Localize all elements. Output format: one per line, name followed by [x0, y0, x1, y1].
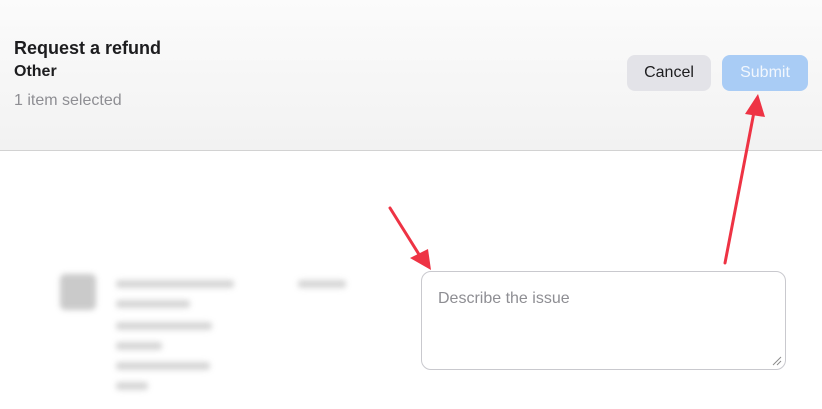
blurred-text — [116, 362, 210, 370]
page-title: Request a refund — [14, 38, 162, 58]
blurred-item-details — [60, 268, 360, 398]
resize-handle-icon[interactable] — [772, 356, 782, 366]
blurred-text — [116, 342, 162, 350]
blurred-text — [116, 322, 212, 330]
item-thumbnail — [60, 274, 96, 310]
submit-button[interactable]: Submit — [722, 55, 808, 91]
refund-reason: Other — [14, 63, 57, 80]
issue-field-container — [421, 271, 786, 370]
refund-request-page: Request a refund Other 1 item selected C… — [0, 0, 822, 409]
arrow-icon — [388, 206, 431, 270]
issue-description-input[interactable] — [421, 271, 786, 370]
blurred-text — [116, 280, 234, 288]
selection-status: 1 item selected — [14, 92, 122, 109]
header-bar: Request a refund Other 1 item selected C… — [0, 0, 822, 151]
blurred-price — [298, 280, 346, 288]
blurred-text — [116, 382, 148, 390]
cancel-button[interactable]: Cancel — [627, 55, 711, 91]
blurred-text — [116, 300, 190, 308]
